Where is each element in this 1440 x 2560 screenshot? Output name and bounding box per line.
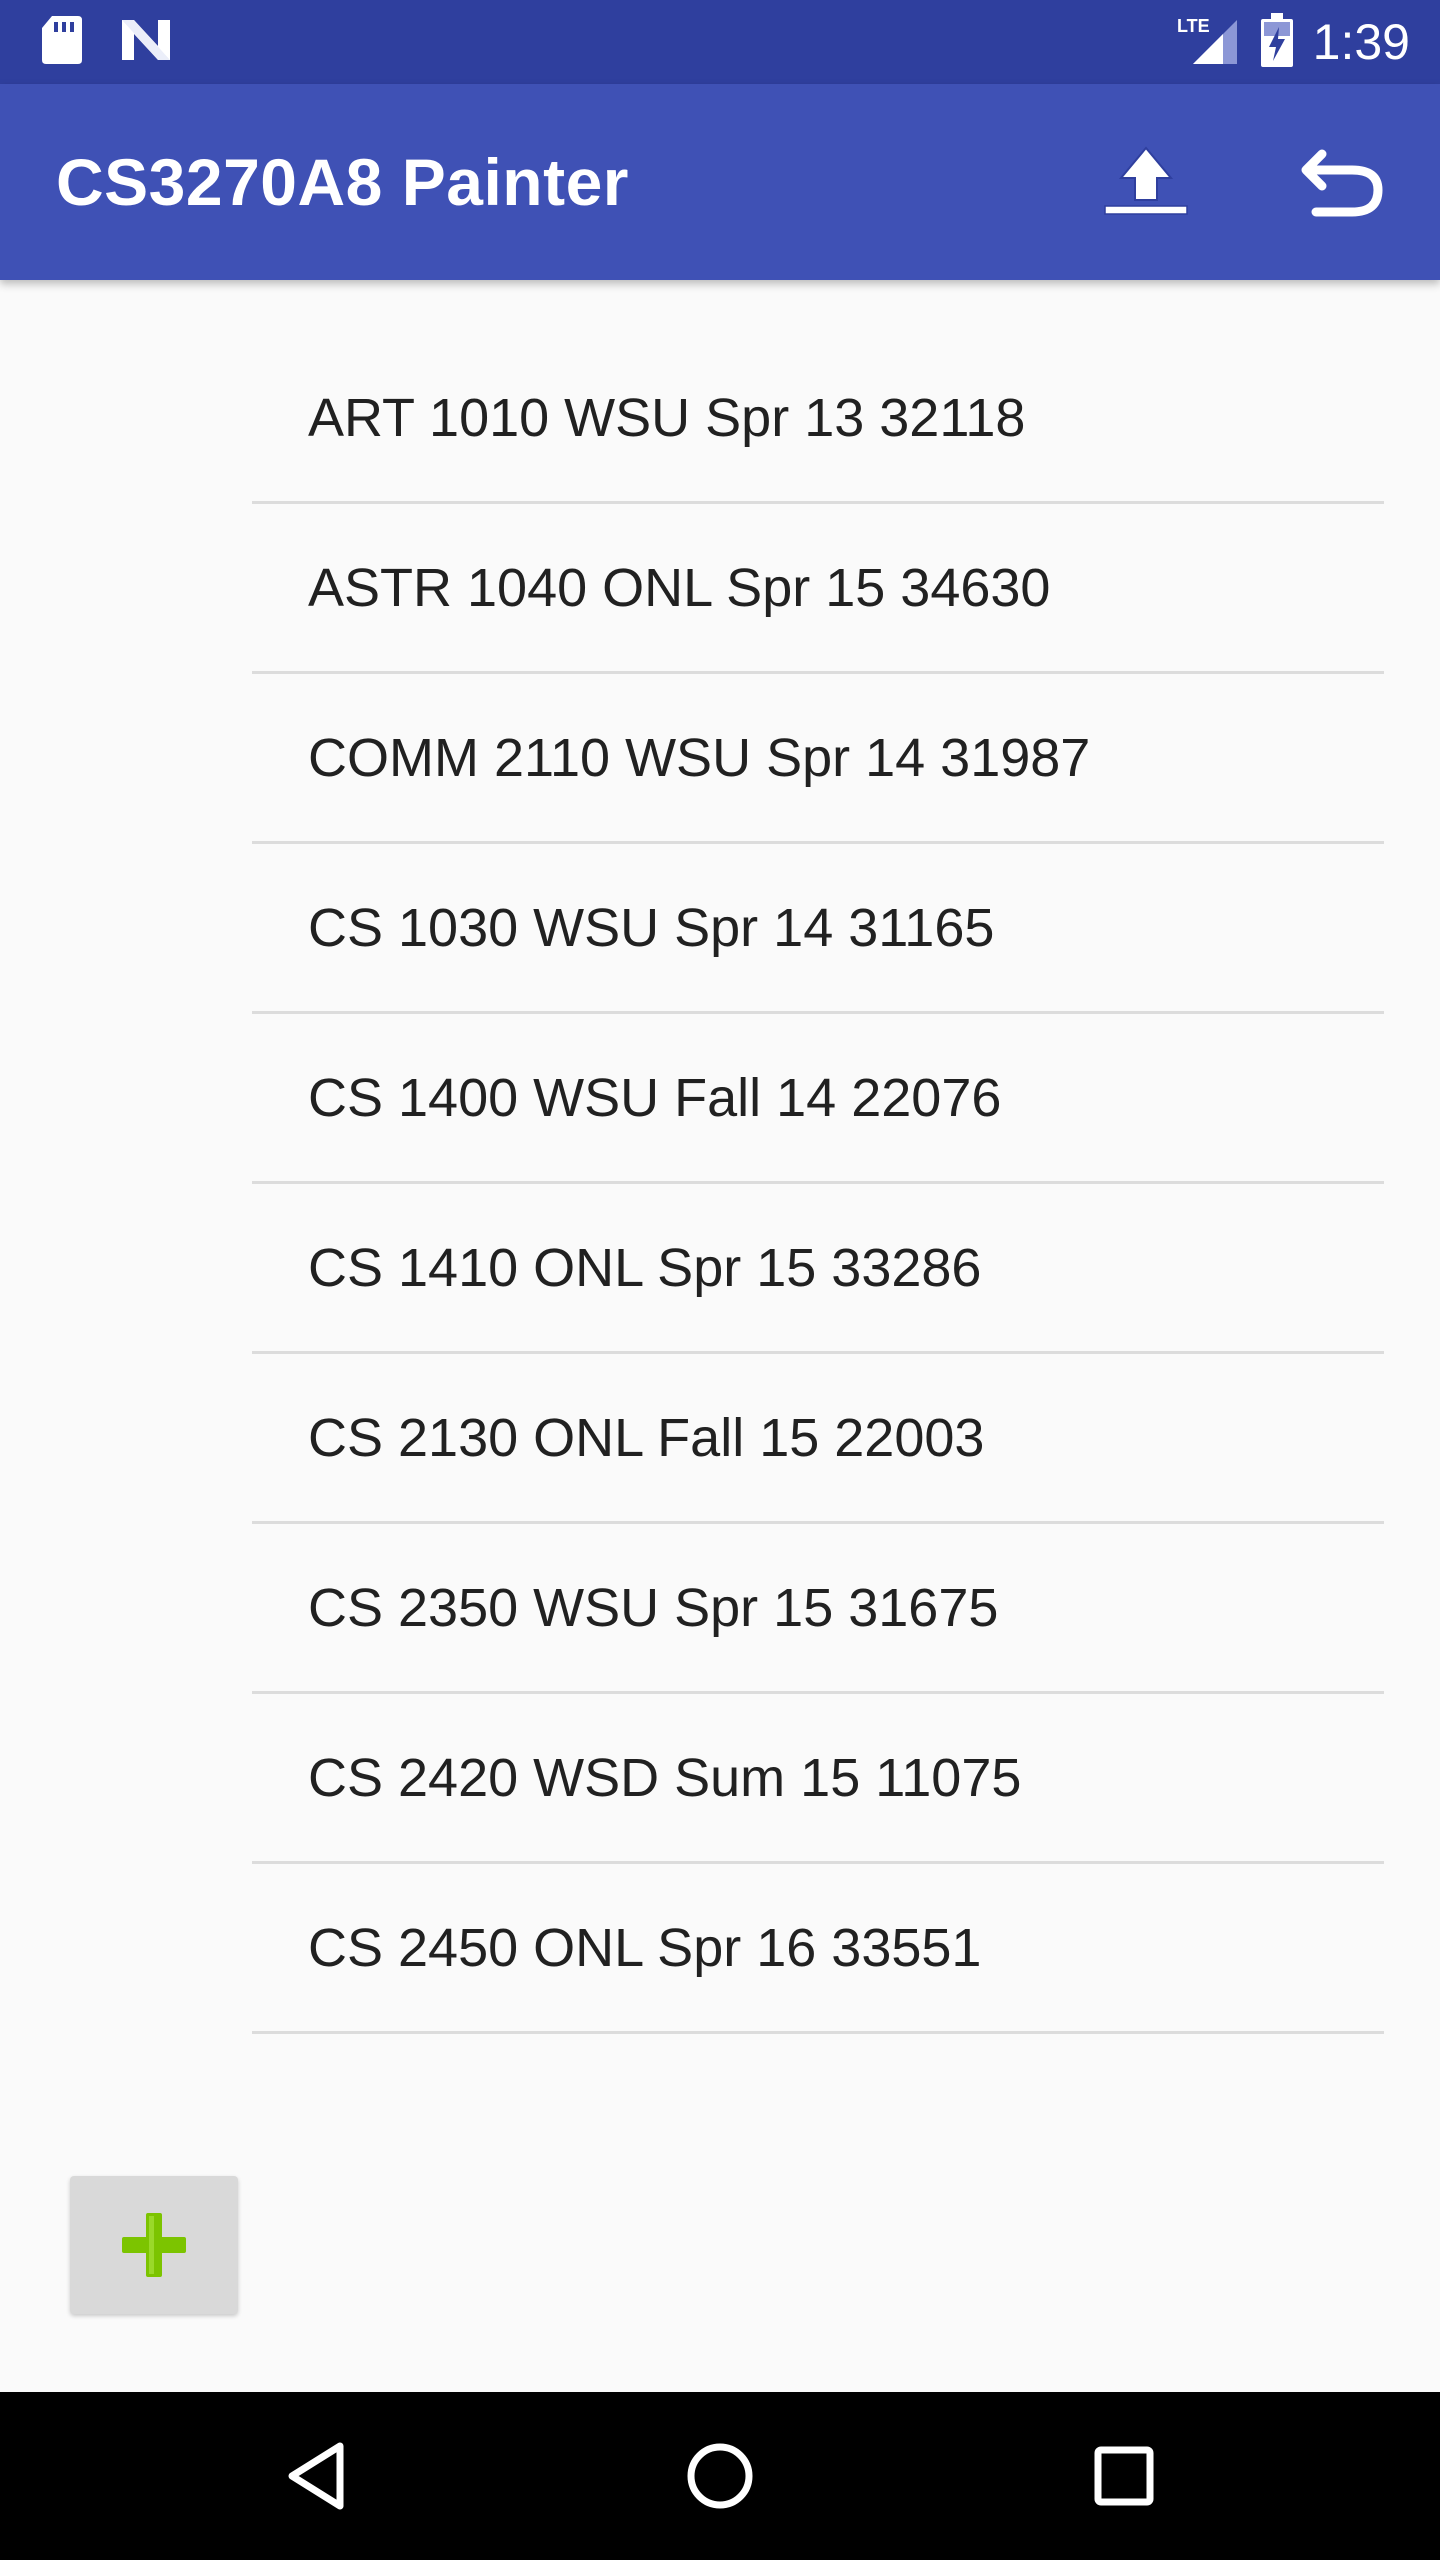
list-item[interactable]: CS 1400 WSU Fall 14 22076 — [252, 1014, 1384, 1184]
battery-charging-icon — [1260, 12, 1293, 72]
list-item[interactable]: ART 1010 WSU Spr 13 32118 — [252, 334, 1384, 504]
recents-button[interactable] — [1084, 2436, 1164, 2516]
lte-signal-icon: LTE — [1177, 14, 1241, 71]
app-bar: CS3270A8 Painter — [0, 84, 1440, 280]
list-item-label: CS 2130 ONL Fall 15 22003 — [308, 1407, 985, 1468]
undo-button[interactable] — [1292, 132, 1392, 232]
list-item-label: CS 2350 WSU Spr 15 31675 — [308, 1577, 999, 1638]
list-item-label: CS 2420 WSD Sum 15 11075 — [308, 1747, 1022, 1808]
status-bar: LTE 1:39 — [0, 0, 1440, 84]
status-system: LTE 1:39 — [1177, 0, 1410, 84]
home-button[interactable] — [680, 2436, 760, 2516]
course-list: ART 1010 WSU Spr 13 32118 ASTR 1040 ONL … — [252, 334, 1384, 2034]
back-button[interactable] — [276, 2436, 356, 2516]
navigation-bar — [0, 2392, 1440, 2560]
list-item-label: COMM 2110 WSU Spr 14 31987 — [308, 727, 1091, 788]
list-item-label: ART 1010 WSU Spr 13 32118 — [308, 387, 1026, 448]
list-item[interactable]: CS 2130 ONL Fall 15 22003 — [252, 1354, 1384, 1524]
back-icon — [288, 2442, 344, 2510]
list-item-label: ASTR 1040 ONL Spr 15 34630 — [308, 557, 1051, 618]
list-item[interactable]: CS 1030 WSU Spr 14 31165 — [252, 844, 1384, 1014]
plus-icon — [122, 2213, 186, 2277]
app-title: CS3270A8 Painter — [56, 145, 629, 219]
status-time: 1:39 — [1312, 14, 1410, 70]
sd-card-icon — [40, 14, 84, 71]
recents-icon — [1094, 2446, 1154, 2506]
list-item-label: CS 2450 ONL Spr 16 33551 — [308, 1917, 982, 1978]
upload-icon — [1104, 146, 1188, 215]
add-button[interactable] — [70, 2176, 238, 2314]
undo-icon — [1301, 149, 1383, 217]
list-item-label: CS 1410 ONL Spr 15 33286 — [308, 1237, 982, 1298]
list-item[interactable]: ASTR 1040 ONL Spr 15 34630 — [252, 504, 1384, 674]
list-item-label: CS 1030 WSU Spr 14 31165 — [308, 897, 995, 958]
list-item[interactable]: CS 2420 WSD Sum 15 11075 — [252, 1694, 1384, 1864]
screen: LTE 1:39 CS3270A8 Painter ART 1010 WSU S… — [0, 0, 1440, 2560]
list-item[interactable]: CS 2450 ONL Spr 16 33551 — [252, 1864, 1384, 2034]
list-item-label: CS 1400 WSU Fall 14 22076 — [308, 1067, 1002, 1128]
list-item[interactable]: CS 1410 ONL Spr 15 33286 — [252, 1184, 1384, 1354]
lte-label: LTE — [1177, 16, 1210, 36]
n-notification-icon — [118, 16, 174, 69]
list-item[interactable]: COMM 2110 WSU Spr 14 31987 — [252, 674, 1384, 844]
upload-button[interactable] — [1096, 132, 1196, 232]
status-notifications — [40, 14, 174, 71]
home-icon — [687, 2443, 753, 2509]
list-item[interactable]: CS 2350 WSU Spr 15 31675 — [252, 1524, 1384, 1694]
